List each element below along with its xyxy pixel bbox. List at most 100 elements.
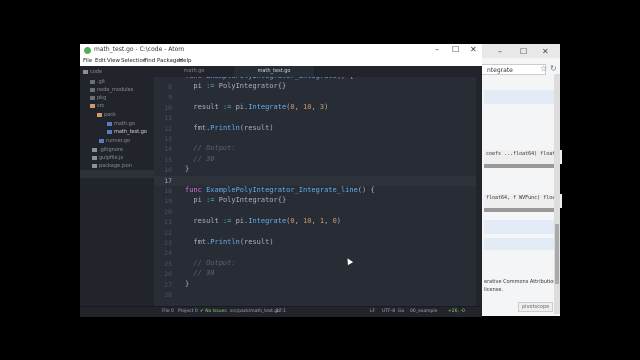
maximize-button[interactable]: ☐ [452, 45, 459, 54]
doc-spacer [484, 180, 560, 186]
line-number: 12 [164, 124, 172, 133]
code-scrollbar-2[interactable] [484, 208, 560, 212]
minimize-button[interactable]: – [435, 45, 439, 54]
menu-file[interactable]: File [83, 58, 92, 64]
status-bar: File 0 Project 0 ✔ No Issues src/pack/ma… [80, 306, 482, 317]
browser-titlebar: – ☐ ✕ [474, 44, 560, 58]
tab-bar: math.go math_test.go [154, 66, 482, 77]
menu-view[interactable]: View [107, 58, 120, 64]
tree-item-gulpfile[interactable]: gulpfile.js [92, 155, 123, 161]
line-number: 21 [164, 218, 172, 227]
close-icon[interactable]: ✕ [542, 47, 549, 56]
status-linter[interactable]: ✔ No Issues [200, 309, 227, 314]
line-number: 11 [164, 114, 172, 123]
line-number: 25 [164, 259, 172, 268]
file-icon [92, 147, 97, 152]
folder-open-icon [97, 112, 102, 117]
tree-item-pkg[interactable]: pkg [90, 95, 106, 101]
menu-selection[interactable]: Selection [121, 58, 146, 64]
line-number: 8 [168, 83, 172, 91]
browser-scroll-thumb[interactable] [555, 224, 559, 284]
file-icon [92, 155, 97, 160]
code-line: } [185, 165, 190, 174]
line-number: 19 [164, 197, 172, 206]
file-icon [92, 163, 97, 168]
code-line: result := pi.Integrate(0, 10, 1, 0) [185, 217, 342, 226]
tree-item-runner-go[interactable]: runner.go [99, 138, 130, 144]
tree-item-math-go[interactable]: math.go [107, 121, 135, 127]
minimize-icon[interactable]: – [498, 47, 502, 56]
window-title: math_test.go - C:\code - Atom [94, 46, 185, 53]
browser-address-bar[interactable]: ntegrate [480, 64, 546, 75]
line-number: 27 [164, 280, 172, 289]
folder-icon [90, 79, 95, 84]
code-line: // Output: [185, 144, 236, 153]
folder-icon [90, 87, 95, 92]
tab-math-test-go[interactable]: math_test.go [234, 66, 314, 77]
line-number: 14 [164, 145, 172, 154]
doc-code-snippet-2: float64, f WVFunc) float [484, 194, 562, 208]
menu-find[interactable]: Find [144, 58, 155, 64]
tree-item-src[interactable]: src [90, 103, 104, 109]
tree-view: code .git node_modules pkg src pack math… [80, 66, 154, 306]
menu-edit[interactable]: Edit [95, 58, 106, 64]
doc-code-snippet: coefs ...float64) float [484, 150, 562, 164]
window-titlebar: math_test.go - C:\code - Atom – ☐ ✕ [80, 44, 482, 57]
line-number: 26 [164, 270, 172, 279]
line-number: 28 [164, 291, 172, 299]
code-line-partial: func ExamplePolyIntegrator_Integrate() { [185, 77, 354, 80]
code-editor[interactable]: 8 9 10 11 12 13 14 15 16 17 18 19 20 21 22 23 24 25 26 27 28… [154, 77, 476, 306]
tab-math-go[interactable]: math.go [154, 66, 234, 77]
code-line: // Output: [185, 258, 236, 267]
folder-open-icon [90, 103, 95, 108]
line-number: 23 [164, 239, 172, 247]
doc-panel-3 [484, 238, 560, 250]
status-file-count[interactable]: File 0 [162, 309, 174, 314]
line-number: 22 [164, 228, 172, 237]
star-icon[interactable]: ☆ [540, 64, 547, 73]
current-line-highlight [154, 175, 476, 186]
tree-item-pack[interactable]: pack [97, 112, 116, 118]
code-scrollbar[interactable] [484, 164, 560, 168]
line-number: 15 [164, 155, 172, 164]
line-number: 18 [164, 187, 172, 195]
file-icon [99, 138, 104, 143]
tree-item-package-json[interactable]: package.json [92, 163, 132, 169]
status-project-count[interactable]: Project 0 [178, 309, 198, 314]
status-line-ending[interactable]: LF [370, 309, 375, 314]
doc-panel [484, 90, 560, 104]
line-number: 24 [164, 249, 172, 258]
code-line: result := pi.Integrate(0, 10, 3) [185, 102, 329, 111]
background-browser-window: – ☐ ✕ ntegrate ☆ ↻ coefs ...float64) flo… [474, 44, 562, 316]
maximize-icon[interactable]: ☐ [520, 47, 527, 56]
license-text: erative Commons Attribution license. [484, 279, 557, 293]
code-line: // 30 [185, 269, 215, 278]
file-icon [107, 121, 112, 126]
status-cursor-position[interactable]: 17:1 [276, 309, 286, 314]
tree-root[interactable]: code [83, 69, 102, 75]
status-branch[interactable]: 06_example [410, 309, 437, 314]
code-line: pi := PolyIntegrator{} [185, 82, 287, 90]
line-number-gutter: 8 9 10 11 12 13 14 15 16 17 18 19 20 21 22 23 24 25 26 27 28 [154, 77, 176, 306]
tree-selection-highlight [80, 170, 154, 178]
tree-item-node-modules[interactable]: node_modules [90, 87, 133, 93]
code-line: pi := PolyIntegrator{} [185, 196, 287, 205]
atom-logo-icon [84, 47, 91, 54]
editor-scrollbar[interactable] [476, 77, 482, 306]
status-grammar[interactable]: Go [398, 309, 404, 314]
tree-item-gitignore[interactable]: .gitignore [92, 147, 123, 153]
line-number: 17 [164, 176, 172, 185]
doc-panel-2 [484, 220, 560, 234]
tree-item-math-test-go[interactable]: math_test.go [107, 129, 147, 135]
close-button[interactable]: ✕ [470, 45, 477, 54]
status-file-path[interactable]: src/pack/math_test.go [230, 309, 280, 314]
line-number: 10 [164, 103, 172, 112]
status-encoding[interactable]: UTF-8 [382, 309, 395, 314]
tree-item-git[interactable]: .git [90, 79, 105, 85]
code-line: } [185, 279, 190, 288]
line-number: 9 [168, 93, 172, 102]
refresh-icon[interactable]: ↻ [550, 64, 557, 73]
status-diff[interactable]: +26, -0 [448, 309, 465, 314]
menu-help[interactable]: Help [179, 58, 192, 64]
line-number: 20 [164, 207, 172, 216]
